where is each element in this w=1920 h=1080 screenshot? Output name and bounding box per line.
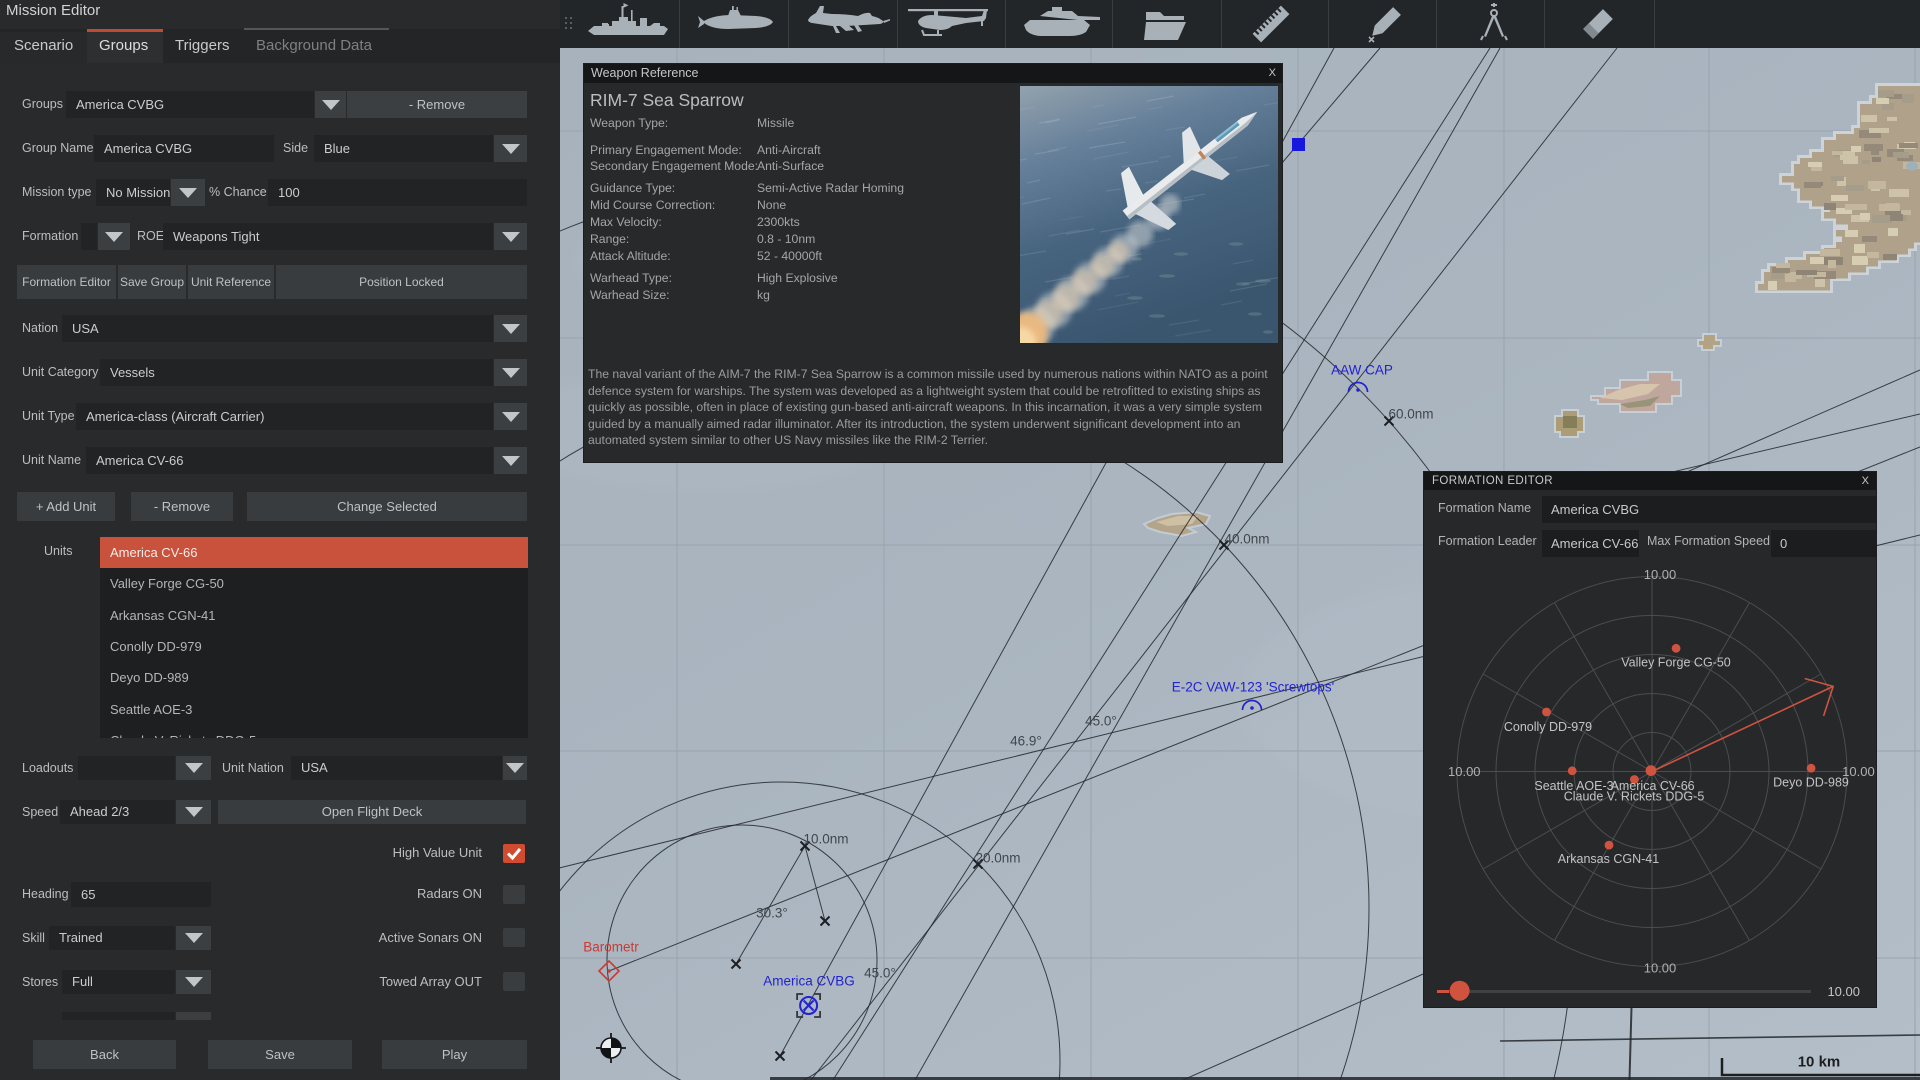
svg-text:AAW CAP: AAW CAP (1331, 363, 1393, 378)
svg-text:40.0nm: 40.0nm (1224, 532, 1269, 547)
svg-text:10.00: 10.00 (1448, 764, 1481, 779)
svg-text:20.0nm: 20.0nm (975, 851, 1020, 866)
svg-text:10.00: 10.00 (1644, 567, 1677, 582)
svg-text:Barometr: Barometr (583, 940, 639, 955)
svg-text:60.0nm: 60.0nm (1388, 407, 1433, 422)
svg-text:Valley Forge CG-50: Valley Forge CG-50 (1621, 655, 1731, 669)
svg-text:10.00: 10.00 (1827, 984, 1860, 999)
svg-text:10.00: 10.00 (1644, 960, 1677, 975)
svg-text:45.0°: 45.0° (864, 966, 896, 981)
svg-text:10 km: 10 km (1798, 1054, 1841, 1071)
svg-text:Deyo DD-989: Deyo DD-989 (1773, 776, 1849, 790)
svg-text:Conolly DD-979: Conolly DD-979 (1504, 720, 1592, 734)
svg-text:45.0°: 45.0° (1085, 714, 1117, 729)
svg-text:Arkansas CGN-41: Arkansas CGN-41 (1558, 852, 1659, 866)
svg-text:E-2C VAW-123 'Screwtops': E-2C VAW-123 'Screwtops' (1172, 680, 1334, 695)
svg-text:30.3°: 30.3° (756, 906, 788, 921)
svg-text:America CV-66: America CV-66 (1611, 779, 1695, 793)
svg-text:America CVBG: America CVBG (763, 974, 855, 989)
svg-text:46.9°: 46.9° (1010, 734, 1042, 749)
svg-text:10.0nm: 10.0nm (803, 832, 848, 847)
